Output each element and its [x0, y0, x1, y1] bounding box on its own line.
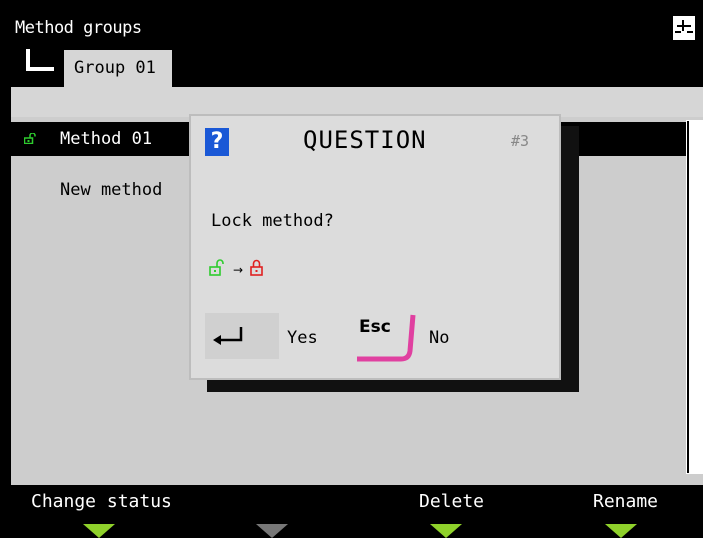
dialog-message: Lock method?	[211, 211, 334, 231]
esc-accent-icon	[357, 314, 416, 362]
softkey-3-arrow-icon	[430, 524, 462, 538]
save-to-storage-icon[interactable]	[673, 16, 695, 40]
page-title: Method groups	[15, 18, 142, 38]
softkey-rename[interactable]: Rename	[593, 491, 658, 512]
list-scrollbar[interactable]	[686, 120, 703, 474]
list-item-label: Method 01	[60, 129, 153, 149]
lock-transition: →	[209, 259, 263, 277]
question-dialog: ? QUESTION #3 Lock method? → Yes Esc No	[189, 114, 561, 380]
list-item-label: New method	[60, 180, 163, 200]
softkey-2-arrow-icon	[256, 524, 288, 538]
softkey-delete[interactable]: Delete	[419, 491, 484, 512]
tree-branch-icon	[26, 49, 54, 71]
arrow-icon: →	[233, 263, 243, 277]
lock-closed-icon	[250, 259, 263, 276]
cancel-label[interactable]: No	[429, 328, 449, 348]
softkey-1-arrow-icon	[83, 524, 115, 538]
question-icon: ?	[205, 128, 229, 156]
enter-key-icon	[213, 327, 243, 345]
tab-group[interactable]: Group 01	[64, 50, 172, 87]
softkey-change-status[interactable]: Change status	[31, 491, 172, 512]
softkey-4-arrow-icon	[605, 524, 637, 538]
dialog-title: QUESTION	[303, 126, 427, 154]
enter-key-button[interactable]	[205, 313, 279, 359]
dialog-number: #3	[511, 132, 530, 150]
device-screen: Method groups Group 01 Method 01 New met…	[11, 0, 703, 538]
esc-key-button[interactable]: Esc	[355, 313, 419, 367]
list-header	[11, 87, 703, 117]
lock-open-icon	[24, 133, 36, 144]
confirm-label[interactable]: Yes	[287, 328, 318, 348]
lock-open-icon	[209, 259, 224, 276]
